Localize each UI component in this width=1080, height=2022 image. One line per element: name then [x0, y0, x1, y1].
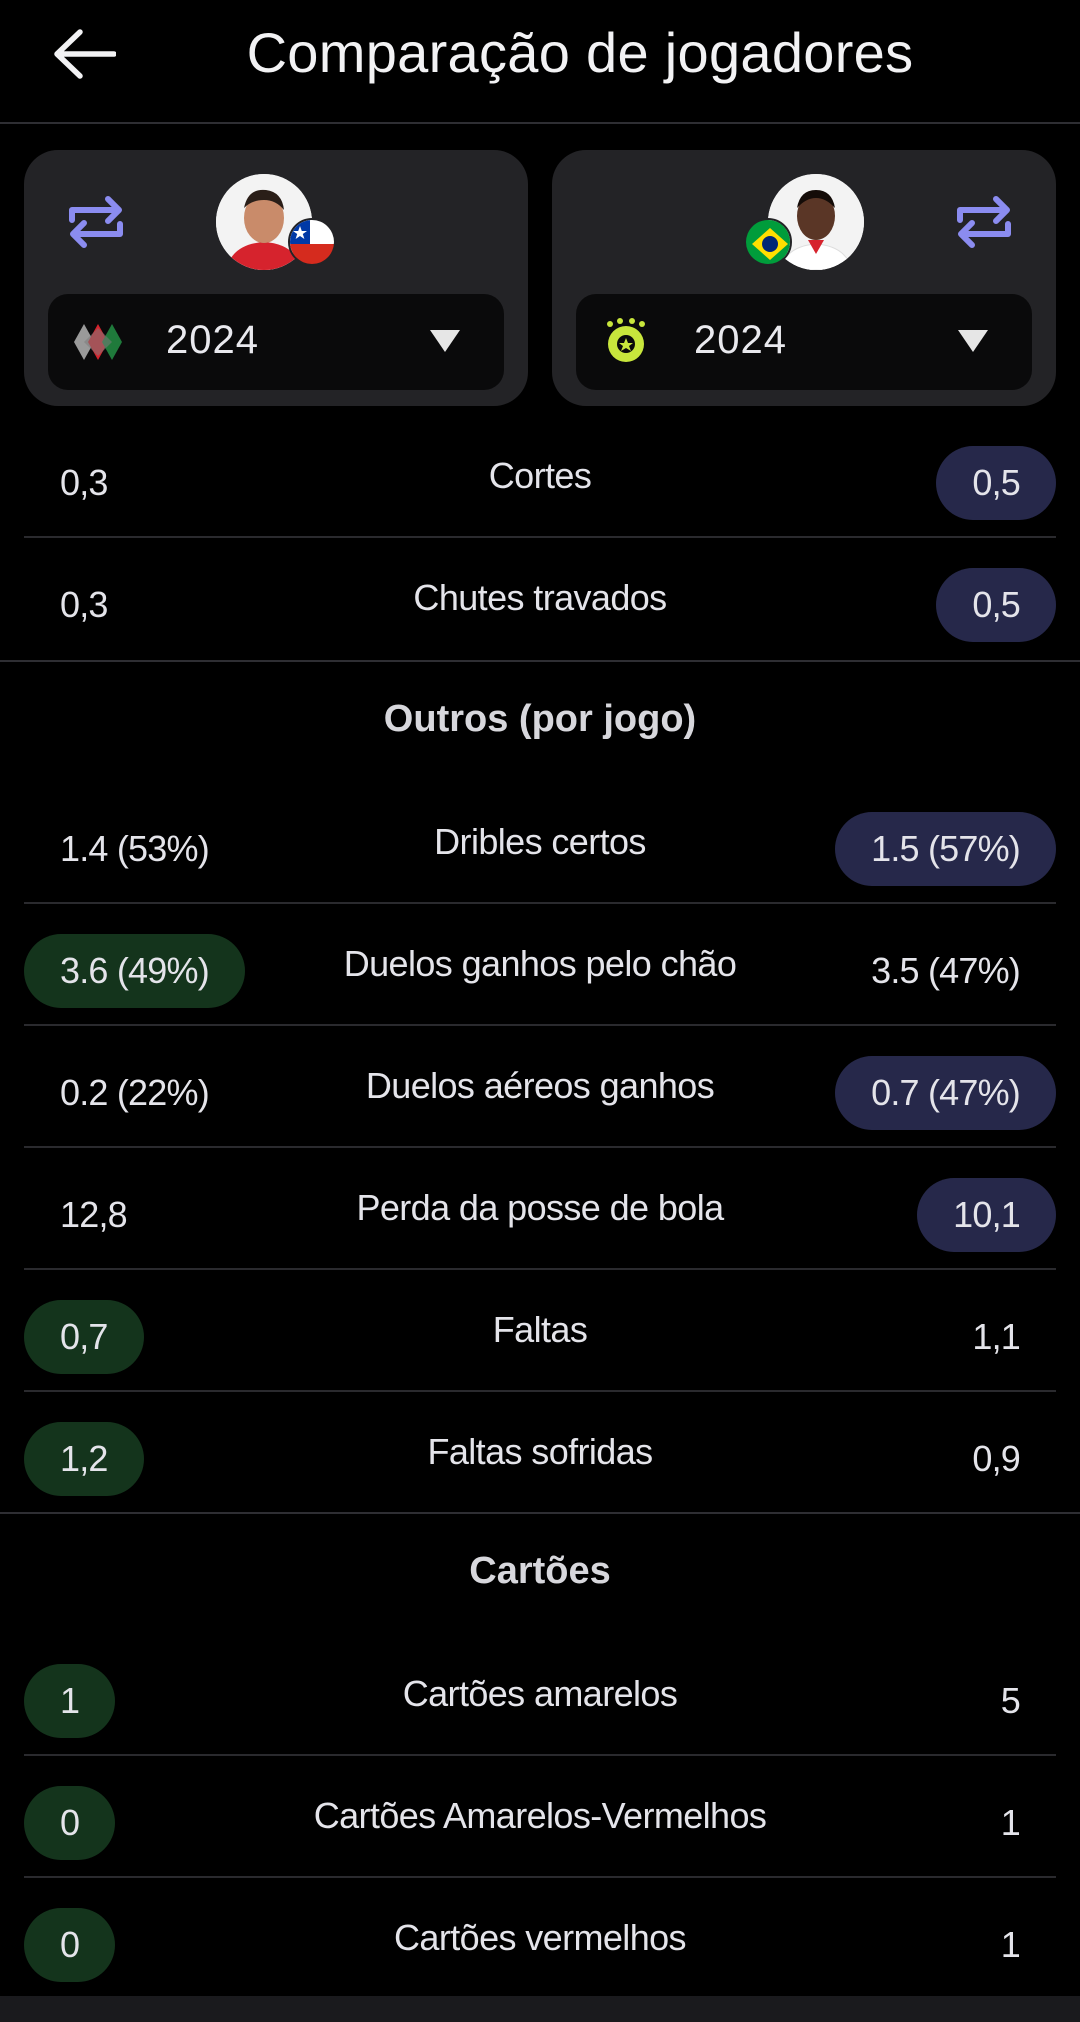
stat-row-chutes-travados: Chutes travados 0,3 0,5: [24, 538, 1056, 660]
stat-value-right: 1: [1000, 1802, 1021, 1843]
stat-row-perda-posse: Perda da posse de bola 12,8 10,1: [24, 1148, 1056, 1270]
swap-icon: [69, 196, 123, 248]
swap-player-right-button[interactable]: [952, 190, 1016, 254]
stat-value-left: 3.6 (49%): [24, 934, 245, 1008]
chevron-down-icon: [958, 330, 988, 352]
stat-row-faltas: Faltas 0,7 1,1: [24, 1270, 1056, 1392]
stat-value-right: 3.5 (47%): [871, 950, 1021, 991]
section-divider: [0, 660, 1080, 662]
stat-value-right: 0,5: [936, 446, 1056, 520]
stat-value-left: 0: [24, 1786, 116, 1860]
app-header: Comparação de jogadores: [0, 0, 1080, 124]
swap-player-left-button[interactable]: [64, 190, 128, 254]
season-year-right: 2024: [694, 318, 787, 362]
liga-mx-logo: [74, 324, 122, 360]
stat-value-left: 12,8: [60, 1194, 128, 1235]
stat-value-right: 0.7 (47%): [835, 1056, 1056, 1130]
player-card-left: 2024: [24, 150, 528, 406]
stat-row-dribles-certos: Dribles certos 1.4 (53%) 1.5 (57%): [24, 782, 1056, 904]
stat-label: Cartões Amarelos-Vermelhos: [313, 1795, 767, 1836]
stat-value-left: 0,7: [24, 1300, 144, 1374]
chile-flag: [288, 218, 336, 266]
stat-value-right: 10,1: [917, 1178, 1056, 1252]
stat-label: Faltas: [492, 1309, 588, 1350]
stat-row-cortes: Cortes 0,3 0,5: [24, 416, 1056, 538]
chevron-down-icon: [430, 330, 460, 352]
stat-label: Chutes travados: [413, 577, 667, 618]
stat-label: Perda da posse de bola: [356, 1187, 724, 1228]
section-divider: [0, 1512, 1080, 1514]
stat-row-faltas-sofridas: Faltas sofridas 1,2 0,9: [24, 1392, 1056, 1514]
stat-value-left: 1: [24, 1664, 116, 1738]
season-selector-right[interactable]: 2024: [576, 294, 1032, 390]
season-year-left: 2024: [166, 318, 259, 362]
stat-label: Cartões amarelos: [402, 1673, 678, 1714]
swap-icon: [957, 196, 1011, 248]
stat-value-left: 1.4 (53%): [60, 828, 210, 869]
stat-row-duelos-chao: Duelos ganhos pelo chão 3.6 (49%) 3.5 (4…: [24, 904, 1056, 1026]
stat-value-right: 1,1: [972, 1316, 1020, 1357]
page-title: Comparação de jogadores: [246, 21, 914, 84]
stat-label: Faltas sofridas: [427, 1431, 653, 1472]
stat-value-left: 0.2 (22%): [60, 1072, 210, 1113]
stat-row-cartoes-amarelos: Cartões amarelos 1 5: [24, 1634, 1056, 1756]
stat-row-duelos-aereos: Duelos aéreos ganhos 0.2 (22%) 0.7 (47%): [24, 1026, 1056, 1148]
brazil-flag: [744, 218, 792, 266]
stat-label: Cortes: [488, 455, 592, 496]
stat-value-right: 5: [1000, 1680, 1021, 1721]
section-title-outros: Outros (por jogo): [383, 698, 697, 740]
season-selector-left[interactable]: 2024: [48, 294, 504, 390]
stat-value-right: 0,9: [972, 1438, 1020, 1479]
stat-label: Cartões vermelhos: [394, 1917, 687, 1958]
stat-value-left: 0,3: [60, 584, 108, 625]
stat-value-left: 0,3: [60, 462, 108, 503]
brasileirao-logo: [607, 318, 645, 362]
stat-value-left: 1,2: [24, 1422, 144, 1496]
bottom-panel-edge: [0, 1996, 1080, 2022]
stat-row-cartoes-amarelos-vermelhos: Cartões Amarelos-Vermelhos 0 1: [24, 1756, 1056, 1878]
stat-value-left: 0: [24, 1908, 116, 1982]
stat-value-right: 0,5: [936, 568, 1056, 642]
stat-value-right: 1: [1000, 1924, 1021, 1965]
section-title-cartoes: Cartões: [469, 1550, 611, 1592]
stat-value-right: 1.5 (57%): [835, 812, 1056, 886]
stat-row-cartoes-vermelhos: Cartões vermelhos 0 1: [24, 1878, 1056, 2000]
player-card-right: 2024: [552, 150, 1056, 406]
